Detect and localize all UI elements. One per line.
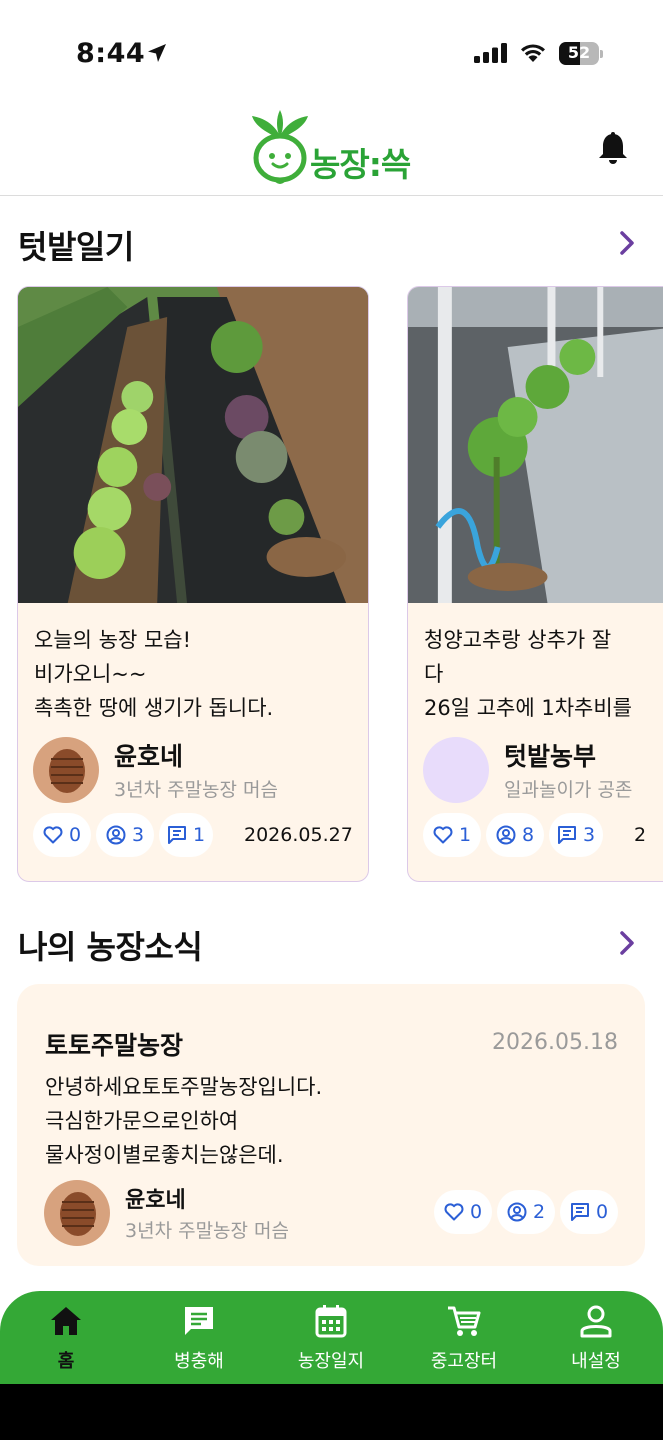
comment-count[interactable]: 1 (159, 813, 213, 857)
farm-news-body: 안녕하세요토토주말농장입니다. 극심한가문으로인하여 물사정이별로좋치는않은데. (45, 1075, 323, 1167)
message-icon (185, 1307, 213, 1335)
comment-count[interactable]: 3 (549, 813, 603, 857)
bell-icon[interactable] (597, 132, 629, 166)
nav-label: 홈 (57, 1351, 75, 1372)
view-value: 3 (131, 824, 145, 846)
home-indicator-area (0, 1384, 663, 1440)
view-count[interactable]: 2 (497, 1190, 555, 1234)
nav-item-farm-log[interactable]: 농장일지 (265, 1291, 397, 1384)
status-bar: 8:44 52 (0, 0, 663, 100)
logo-radish-icon (252, 110, 308, 184)
heart-icon (444, 1203, 464, 1221)
heart-icon (43, 826, 63, 844)
avatar[interactable] (44, 1180, 110, 1246)
nav-label: 내설정 (571, 1351, 621, 1372)
bottom-nav: 홈 병충해 농장일지 중고장터 내설정 (0, 1291, 663, 1384)
farm-news-card[interactable]: 토토주말농장 2026.05.18 안녕하세요토토주말농장입니다. 극심한가문으… (17, 984, 645, 1266)
comment-value: 1 (192, 824, 206, 846)
chevron-right-icon[interactable] (618, 930, 636, 956)
wifi-icon (521, 44, 545, 62)
view-value: 8 (521, 824, 535, 846)
diary-card-author: 윤호네 (114, 742, 184, 771)
view-value: 2 (532, 1201, 546, 1223)
comment-value: 0 (595, 1201, 609, 1223)
like-value: 0 (68, 824, 82, 846)
nav-item-settings[interactable]: 내설정 (530, 1291, 662, 1384)
diary-card[interactable]: 청양고추랑 상추가 잘 다 26일 고추에 1차추비를 텃밭농부 일과놀이가 공… (407, 286, 663, 882)
section-title-farm-news: 나의 농장소식 (18, 928, 203, 966)
diary-card-photo (18, 287, 368, 603)
avatar[interactable] (33, 737, 99, 803)
avatar[interactable] (423, 737, 489, 803)
comment-icon (570, 1203, 589, 1221)
nav-item-pests[interactable]: 병충해 (133, 1291, 265, 1384)
diary-card-author: 텃밭농부 (504, 742, 597, 771)
chevron-right-icon[interactable] (618, 230, 636, 256)
like-count[interactable]: 0 (434, 1190, 492, 1234)
nav-label: 중고장터 (430, 1351, 498, 1372)
heart-icon (433, 826, 453, 844)
diary-card-subtitle: 3년차 주말농장 머슴 (114, 779, 279, 801)
diary-card-date: 2026.05.27 (244, 824, 353, 846)
app-logo[interactable]: 농장:쓱 (250, 110, 420, 190)
section-title-diary: 텃밭일기 (18, 228, 134, 266)
farm-news-date: 2026.05.18 (492, 1030, 618, 1055)
farm-news-subtitle: 3년차 주말농장 머슴 (125, 1220, 290, 1242)
user-circle-icon (496, 825, 516, 845)
farm-name: 토토주말농장 (45, 1031, 184, 1060)
comment-count[interactable]: 0 (560, 1190, 618, 1234)
app-header: 농장:쓱 (0, 100, 663, 196)
like-value: 1 (458, 824, 472, 846)
battery-indicator: 52 (559, 42, 603, 65)
like-count[interactable]: 0 (33, 813, 91, 857)
view-count[interactable]: 8 (486, 813, 544, 857)
calendar-icon (315, 1305, 347, 1338)
diary-card-date: 2 (634, 824, 647, 846)
person-icon (580, 1305, 612, 1338)
diary-card-subtitle: 일과놀이가 공존 (504, 779, 633, 801)
comment-value: 3 (582, 824, 596, 846)
battery-percent: 52 (567, 43, 591, 62)
home-icon (51, 1307, 81, 1335)
diary-card-text: 오늘의 농장 모습! 비가오니~~ 촉촉한 땅에 생기가 돕니다. (34, 628, 274, 720)
status-time: 8:44 (76, 38, 146, 69)
logo-text: 농장:쓱 (310, 145, 411, 184)
view-count[interactable]: 3 (96, 813, 154, 857)
comment-icon (167, 826, 186, 844)
farm-news-author: 윤호네 (125, 1188, 186, 1213)
diary-card[interactable]: 오늘의 농장 모습! 비가오니~~ 촉촉한 땅에 생기가 돕니다. 윤호네 3년… (17, 286, 369, 882)
cellular-signal-icon (474, 43, 507, 63)
nav-label: 병충해 (174, 1351, 224, 1372)
nav-item-market[interactable]: 중고장터 (398, 1291, 530, 1384)
location-arrow-icon (148, 44, 166, 62)
user-circle-icon (507, 1202, 527, 1222)
cart-icon (448, 1306, 481, 1336)
nav-label: 농장일지 (297, 1351, 365, 1372)
diary-card-text: 청양고추랑 상추가 잘 다 26일 고추에 1차추비를 (424, 628, 632, 720)
comment-icon (557, 826, 576, 844)
diary-card-photo (408, 287, 663, 603)
nav-item-home[interactable]: 홈 (0, 1291, 132, 1384)
like-value: 0 (469, 1201, 483, 1223)
like-count[interactable]: 1 (423, 813, 481, 857)
user-circle-icon (106, 825, 126, 845)
